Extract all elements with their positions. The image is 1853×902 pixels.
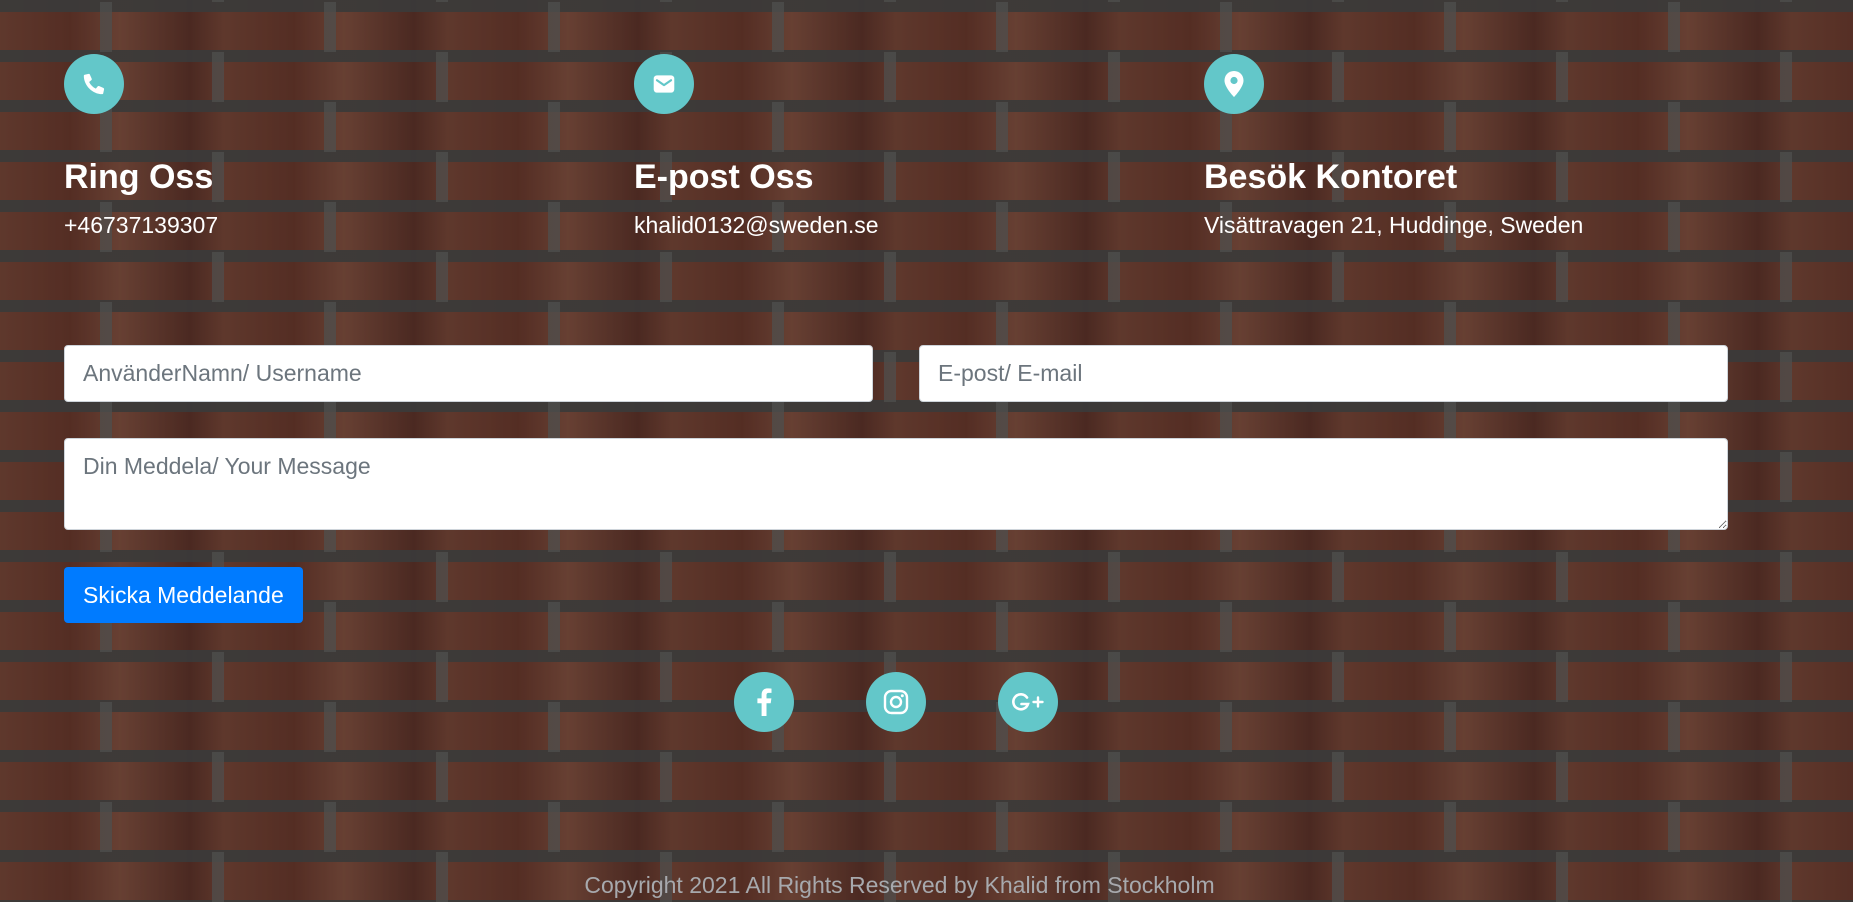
instagram-icon [883, 689, 909, 715]
message-textarea[interactable] [64, 438, 1728, 530]
email-input[interactable] [919, 345, 1728, 402]
office-title: Besök Kontoret [1204, 158, 1458, 196]
send-message-button[interactable]: Skicka Meddelande [64, 567, 303, 623]
username-input[interactable] [64, 345, 873, 402]
phone-icon [64, 54, 124, 114]
facebook-icon [757, 688, 772, 716]
copyright-text: Copyright 2021 All Rights Reserved by Kh… [584, 872, 1215, 898]
facebook-link[interactable] [734, 672, 794, 732]
google-plus-link[interactable] [998, 672, 1058, 732]
envelope-icon [634, 54, 694, 114]
phone-number: +46737139307 [64, 212, 219, 238]
contact-office: Besök Kontoret Visättravagen 21, Hudding… [1204, 54, 1583, 240]
phone-title: Ring Oss [64, 158, 214, 196]
google-plus-icon [1012, 692, 1044, 711]
contact-email: E-post Oss khalid0132@sweden.se [634, 54, 879, 240]
email-title: E-post Oss [634, 158, 814, 196]
contact-page: Ring Oss +46737139307 E-post Oss khalid0… [0, 0, 1853, 902]
office-address: Visättravagen 21, Huddinge, Sweden [1204, 212, 1584, 238]
email-address: khalid0132@sweden.se [634, 212, 879, 238]
map-marker-icon [1204, 54, 1264, 114]
contact-phone: Ring Oss +46737139307 [64, 54, 218, 240]
instagram-link[interactable] [866, 672, 926, 732]
